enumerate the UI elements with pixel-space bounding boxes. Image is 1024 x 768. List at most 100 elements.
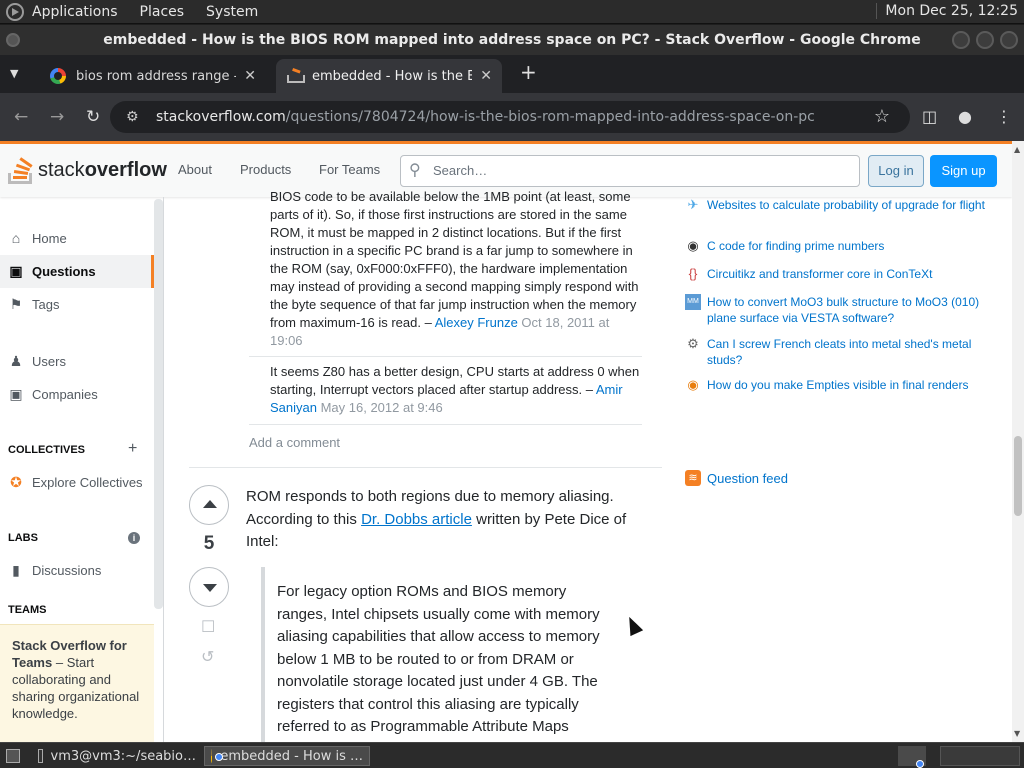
menu-places[interactable]: Places	[140, 4, 185, 20]
stackoverflow-logo[interactable]: stack overflow	[8, 154, 167, 186]
sidebar-item-questions[interactable]: ▣ Questions	[0, 255, 154, 288]
comment: It seems Z80 has a better design, CPU st…	[270, 363, 642, 417]
hot-question-link[interactable]: Websites to calculate probability of upg…	[707, 197, 985, 213]
comment-time[interactable]: May 16, 2012 at 9:46	[317, 400, 443, 415]
answer-divider	[189, 467, 662, 468]
collectives-heading: COLLECTIVES +	[8, 440, 138, 457]
nav-about[interactable]: About	[178, 162, 212, 177]
search-input[interactable]: ⚲ Search…	[400, 155, 860, 187]
workspace-switcher[interactable]	[940, 746, 1020, 766]
login-button[interactable]: Log in	[868, 155, 924, 187]
tray-chrome[interactable]	[898, 746, 926, 768]
show-desktop-button[interactable]	[0, 746, 34, 766]
tab-search-icon[interactable]: ▼	[10, 67, 18, 80]
add-comment-link[interactable]: Add a comment	[249, 435, 340, 450]
upvote-arrow-icon	[203, 500, 217, 508]
distro-logo-icon[interactable]	[6, 2, 24, 21]
clock[interactable]: Mon Dec 25, 12:25	[876, 3, 1018, 19]
stackoverflow-logo-icon	[8, 154, 34, 186]
logo-text-overflow: overflow	[84, 158, 167, 181]
window-title: embedded - How is the BIOS ROM mapped in…	[103, 32, 921, 48]
page-scrollbar[interactable]: ▲ ▼	[1012, 141, 1024, 742]
taskbar-terminal[interactable]: vm3@vm3:~/seabio…	[32, 746, 202, 766]
home-icon: ⌂	[11, 230, 21, 246]
labs-heading: LABS i	[8, 532, 140, 544]
hot-question-item: {} Circuitikz and transformer core in Co…	[685, 266, 985, 282]
chrome-icon	[211, 749, 228, 763]
hot-question-link[interactable]: C code for finding prime numbers	[707, 238, 884, 254]
tab-google-search[interactable]: bios rom address range - Goo ✕	[40, 59, 266, 93]
search-placeholder: Search…	[433, 163, 488, 178]
question-feed: ≋ Question feed	[685, 470, 788, 486]
history-icon[interactable]: ↺	[201, 647, 214, 667]
hot-question-item: ◉ How do you make Empties visible in fin…	[685, 377, 985, 393]
scroll-up-icon[interactable]: ▲	[1014, 145, 1020, 154]
sidebar-item-explore-collectives[interactable]: ✪ Explore Collectives	[8, 474, 142, 491]
nav-products[interactable]: Products	[240, 162, 291, 177]
tab-title: embedded - How is the BIOS	[312, 68, 473, 84]
taskbar-chrome[interactable]: embedded - How is …	[204, 746, 370, 766]
back-arrow-icon[interactable]: ←	[14, 107, 28, 127]
minimize-icon[interactable]	[952, 31, 970, 49]
upvote-button[interactable]	[189, 485, 229, 525]
url-domain: stackoverflow.com	[156, 109, 286, 125]
tab-close-icon[interactable]: ✕	[480, 68, 492, 84]
hot-question-link[interactable]: How do you make Empties visible in final…	[707, 377, 968, 393]
nav-for-teams[interactable]: For Teams	[319, 162, 380, 177]
matter-modeling-icon: MM	[685, 294, 701, 310]
profile-icon[interactable]: ●	[958, 107, 972, 126]
browser-toolbar: ← → ↻ ⚙ stackoverflow.com/questions/7804…	[0, 93, 1024, 141]
logo-text-stack: stack	[38, 158, 85, 181]
sidebar-item-tags[interactable]: ⚑ Tags	[8, 296, 60, 313]
sidebar-scrollbar[interactable]	[154, 199, 163, 609]
left-sidebar: ⌂ Home ▣ Questions ⚑ Tags ♟ Users ▣ Companies…	[0, 197, 164, 742]
dr-dobbs-article-link[interactable]: Dr. Dobbs article	[361, 511, 472, 528]
close-icon[interactable]	[1000, 31, 1018, 49]
maximize-icon[interactable]	[976, 31, 994, 49]
new-tab-button[interactable]: +	[520, 60, 537, 84]
window-menu-icon[interactable]	[6, 33, 20, 47]
right-sidebar: ✈ Websites to calculate probability of u…	[685, 197, 985, 742]
forward-arrow-icon[interactable]: →	[50, 107, 64, 127]
menu-system[interactable]: System	[206, 4, 258, 20]
question-feed-link[interactable]: Question feed	[707, 471, 788, 486]
google-icon	[50, 68, 66, 84]
sidebar-item-users[interactable]: ♟ Users	[8, 353, 66, 370]
collectives-icon: ✪	[10, 474, 22, 490]
bookmark-icon[interactable]: ☐	[201, 617, 215, 637]
comment-divider	[249, 424, 642, 425]
hot-question-item: ◉ C code for finding prime numbers	[685, 238, 985, 254]
desktop-top-panel: Applications Places System Mon Dec 25, 1…	[0, 0, 1024, 24]
hot-question-link[interactable]: Can I screw French cleats into metal she…	[707, 336, 985, 368]
reload-icon[interactable]: ↻	[86, 107, 100, 127]
site-info-icon[interactable]: ⚙	[126, 101, 139, 133]
rss-icon: ≋	[685, 470, 701, 486]
menu-applications[interactable]: Applications	[32, 4, 118, 20]
sidebar-item-home[interactable]: ⌂ Home	[8, 230, 67, 246]
search-icon: ⚲	[409, 162, 421, 179]
hot-question-item: ⚙ Can I screw French cleats into metal s…	[685, 336, 985, 368]
sidebar-item-companies[interactable]: ▣ Companies	[8, 386, 97, 403]
sidebar-item-discussions[interactable]: ▮ Discussions	[8, 562, 101, 579]
info-icon[interactable]: i	[128, 532, 140, 544]
codereview-icon: ◉	[687, 238, 699, 253]
hot-question-link[interactable]: Circuitikz and transformer core in ConTe…	[707, 266, 932, 282]
side-panel-icon[interactable]: ◫	[922, 107, 937, 126]
chrome-menu-icon[interactable]: ⋮	[996, 107, 1012, 126]
bookmark-star-icon[interactable]: ☆	[874, 101, 890, 133]
tab-close-icon[interactable]: ✕	[244, 68, 256, 84]
plus-icon[interactable]: +	[128, 440, 137, 458]
comment-user-link[interactable]: Alexey Frunze	[435, 315, 518, 330]
tab-title: bios rom address range - Goo	[76, 68, 236, 84]
signup-button[interactable]: Sign up	[930, 155, 997, 187]
downvote-button[interactable]	[189, 567, 229, 607]
address-bar[interactable]: ⚙ stackoverflow.com/questions/7804724/ho…	[110, 101, 910, 133]
tag-icon: ⚑	[9, 296, 23, 312]
hot-question-link[interactable]: How to convert MoO3 bulk structure to Mo…	[707, 294, 985, 326]
scrollbar-thumb[interactable]	[1014, 436, 1022, 516]
stackoverflow-icon	[286, 68, 305, 84]
tab-stackoverflow[interactable]: embedded - How is the BIOS ✕	[276, 59, 502, 93]
tab-strip: ▼ bios rom address range - Goo ✕ embedde…	[0, 55, 1024, 93]
answer-blockquote: For legacy option ROMs and BIOS memory r…	[261, 567, 611, 742]
scroll-down-icon[interactable]: ▼	[1014, 729, 1020, 738]
